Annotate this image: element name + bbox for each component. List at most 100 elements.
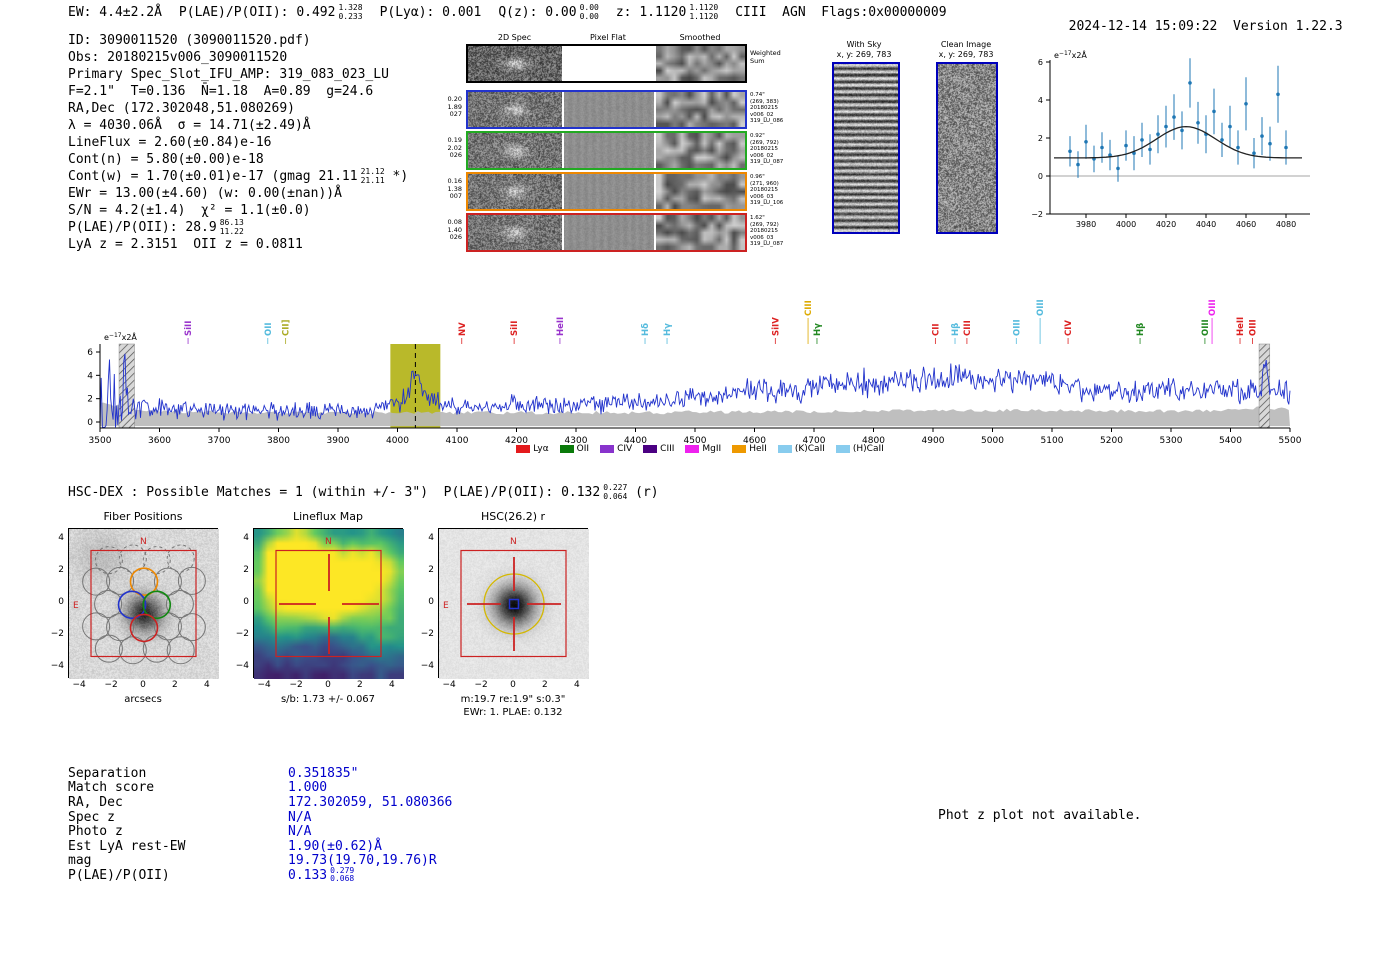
fiber-circle <box>166 636 195 665</box>
source-value: 20180215 <box>750 228 778 235</box>
emission-line-label: NV <box>458 322 468 336</box>
info-segment: RA,Dec (172.302048,51.080269) <box>68 101 295 116</box>
cutout-y-tick-label: −4 <box>420 660 434 671</box>
data-point <box>1228 124 1232 129</box>
masked-band <box>1258 343 1271 429</box>
spec2d-image <box>468 215 562 250</box>
y-tick-label: 0 <box>1038 172 1043 181</box>
row-weights-label: 0.16 1.38 007 <box>424 177 462 201</box>
cutout2d-column-headers: 2D Spec Pixel Flat Smoothed <box>466 33 747 42</box>
lineflux-map-title: Lineflux Map <box>292 510 364 523</box>
fraction: 1.1120 1.1120 <box>689 3 718 21</box>
emission-line-label: OIII <box>1036 299 1046 316</box>
y-tick-label: 4 <box>87 371 93 381</box>
cutout-y-tick-label: 4 <box>243 533 249 544</box>
col-header-smoothed: Smoothed <box>679 33 721 42</box>
clean-image-title: Clean Image x, y: 269, 783 <box>924 40 1008 59</box>
data-point <box>1124 143 1128 148</box>
cutout2d-row <box>466 90 747 129</box>
segment-tail: (r) <box>627 485 659 500</box>
info-line: EWr = 13.00(±4.60) (w: 0.00(±nan))Å <box>68 185 425 202</box>
smoothed-image <box>656 174 745 209</box>
cutout-y-tick-label: 0 <box>58 596 64 607</box>
fraction-lower: 0.068 <box>330 874 355 884</box>
info-segment: Cont(w) = 1.70(±0.01)e-17 (gmag 21.11 21.… <box>68 167 408 185</box>
emission-line-label: CIII <box>963 320 973 336</box>
hsc-cutout-panel: NE <box>438 528 589 679</box>
spectrum-legend: Lyα OII CIV CIII MgII HeII (K)CaII (H)CaII <box>400 444 1000 454</box>
segment-text: Cont(w) = 1.70(±0.01)e-17 (gmag 21.11 <box>68 169 358 184</box>
north-label: N <box>140 537 147 547</box>
emission-line-label: OIII <box>1249 319 1259 336</box>
info-segment: Obs: 20180215v006_3090011520 <box>68 50 287 65</box>
hsc-caption-1: m:19.7 re:1.9" s:0.3" <box>460 694 566 705</box>
cutout-y-tick-label: −4 <box>235 660 249 671</box>
info-line: F=2.1" T=0.136 N̄=1.18 A=0.89 g=24.6 <box>68 83 425 100</box>
segment-text: P(LAE)/P(OII): 0.492 <box>178 5 336 20</box>
weight-value: 027 <box>449 110 462 118</box>
cutout-y-tick-label: −2 <box>420 628 434 639</box>
fraction-lower: 0.233 <box>338 11 363 21</box>
legend-item: HeII <box>732 444 767 454</box>
segment-text: Obs: 20180215v006_3090011520 <box>68 50 288 65</box>
cutout-x-tick-label: 0 <box>510 680 516 690</box>
fiber-circle <box>94 634 123 663</box>
x-tick-label: 5200 <box>1100 436 1123 446</box>
x-tick-label: 3800 <box>267 436 290 446</box>
source-value: 20180215 <box>750 105 778 112</box>
source-value: (271, 960) <box>750 180 779 187</box>
data-point <box>1156 132 1160 136</box>
match-value: 0.133 <box>288 867 328 883</box>
north-label: N <box>510 537 517 547</box>
catalog-match-text: HSC-DEX : Possible Matches = 1 (within +… <box>68 483 659 501</box>
line-fit-plot: 3980 4000 4020 4040 4060 4080 −2 0 2 4 6 e−17x2Å <box>1031 49 1310 229</box>
cutout-x-tick-label: 0 <box>325 680 331 690</box>
source-value: 319_LU_086 <box>750 118 784 125</box>
match-value: N/A <box>288 824 312 840</box>
emission-line-label: HeII <box>556 317 566 336</box>
with-sky-title-text: With Sky <box>846 40 882 49</box>
legend-swatch <box>516 445 531 453</box>
segment-text: S/N = 4.2(±1.4) χ² = 1.1(±0.0) <box>68 203 311 218</box>
row-source-label: 0.92" (269, 792) 20180215 v006_02 319_LU_087 <box>750 133 783 166</box>
match-value: N/A <box>288 809 312 825</box>
header-segment: z: 1.1120 1.1120 1.1120 <box>616 3 718 21</box>
hsc-cutout-overlay: NE <box>443 537 567 658</box>
y-tick-label: 4 <box>1038 96 1043 105</box>
cutout2d-row <box>466 172 747 211</box>
data-point <box>1068 149 1072 154</box>
match-row: RA, Dec 172.302059, 51.080366 <box>68 795 452 810</box>
emission-line-label: Hδ <box>641 323 651 336</box>
data-point <box>1100 145 1104 150</box>
emission-line-label: SiII <box>510 321 520 336</box>
catalog-match-header: HSC-DEX : Possible Matches = 1 (within +… <box>68 483 676 501</box>
info-segment: Cont(n) = 5.80(±0.00)e-18 <box>68 152 264 167</box>
clean-image-coords: x, y: 269, 783 <box>938 49 994 59</box>
cutout-y-tick-label: 0 <box>243 596 249 607</box>
legend-swatch <box>600 445 615 453</box>
centroid-box <box>508 598 520 610</box>
smoothed-image <box>656 133 745 168</box>
data-point <box>1276 92 1280 97</box>
match-label: P(LAE)/P(OII) <box>68 867 170 883</box>
legend-label: CIV <box>617 444 633 454</box>
info-segment: LyA z = 2.3151 OII z = 0.0811 <box>68 237 303 252</box>
spec2d-image <box>468 92 562 127</box>
with-sky-image <box>834 64 898 232</box>
cutout2d-row-sources: 0.74" (269, 383) 20180215 v006_02 319_LU_086… <box>750 90 810 260</box>
data-point <box>1084 140 1088 144</box>
data-point <box>1172 115 1176 119</box>
segment-text: EW: 4.4±2.2Å <box>68 5 162 20</box>
cutout2d-rows <box>466 90 747 260</box>
match-row: mag 19.73(19.70,19.76)R <box>68 853 452 868</box>
match-label: Spec z <box>68 809 115 825</box>
fraction: 21.12 21.11 <box>361 167 385 185</box>
info-line: λ = 4030.06Å σ = 14.71(±2.49)Å <box>68 117 425 134</box>
info-line: Obs: 20180215v006_3090011520 <box>68 49 425 66</box>
info-segment: P(LAE)/P(OII): 28.9 86.13 11.22 <box>68 218 244 236</box>
x-tick-label: 5400 <box>1219 436 1242 446</box>
cutout-y-tick-label: −2 <box>50 628 64 639</box>
cutout-x-tick-label: −4 <box>442 680 456 690</box>
cutout-x-tick-label: −2 <box>104 680 118 690</box>
segment-text: LyA z = 2.3151 OII z = 0.0811 <box>68 237 303 252</box>
